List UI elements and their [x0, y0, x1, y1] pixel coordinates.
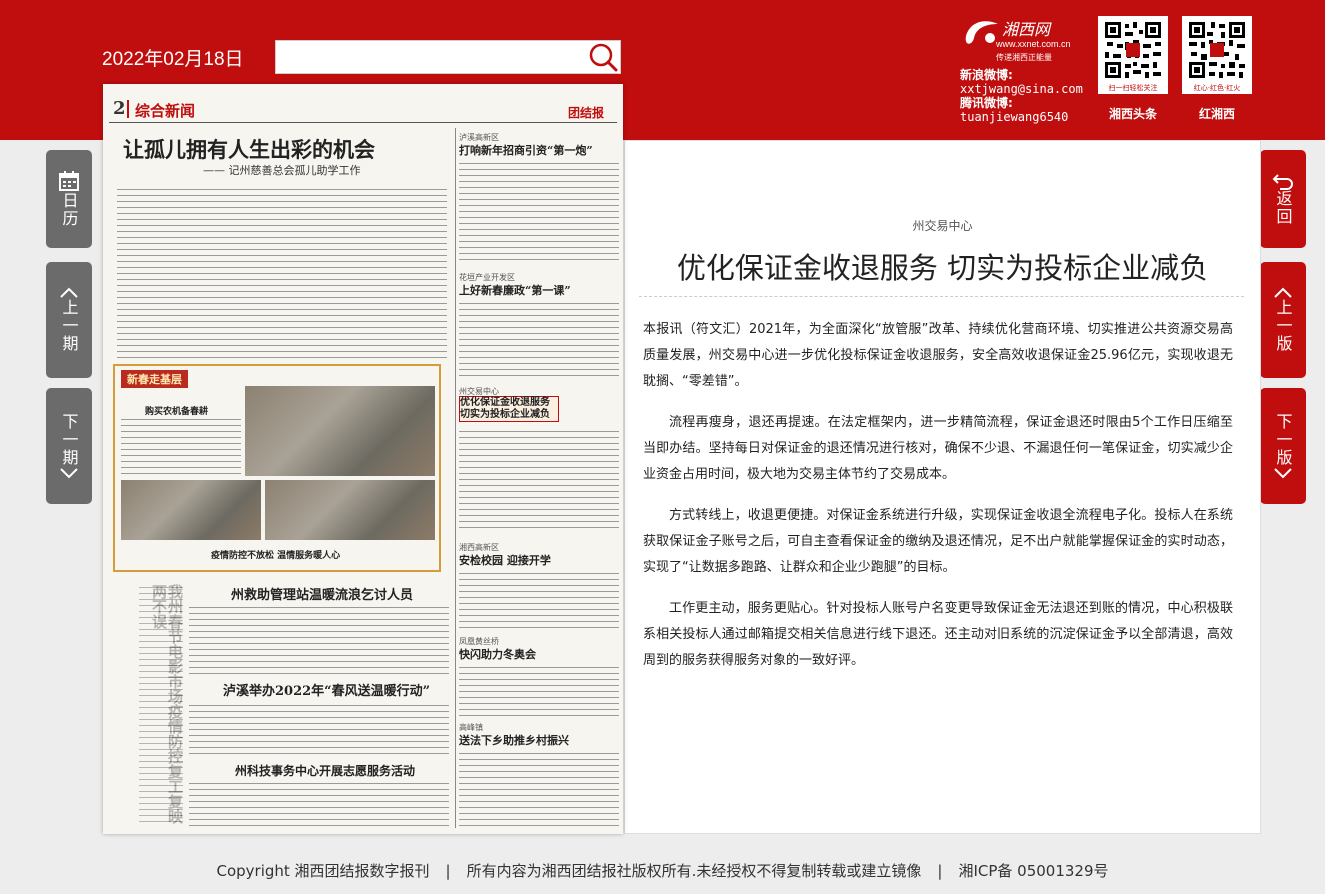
col3-title-highlighted[interactable]: 优化保证金收退服务 切实为投标企业减负 — [459, 396, 559, 422]
feature-box[interactable]: 新春走基层 购买农机备春耕 疫情防控不放松 温情服务暖人心 — [113, 364, 441, 572]
next-page-button[interactable]: 下一版 — [1260, 388, 1306, 504]
calendar-label: 日历 — [59, 192, 79, 228]
qr-code-hong: 红心·红色·红火 — [1182, 16, 1252, 94]
article-paragraph: 工作更主动，服务更贴心。针对投标人账号户名变更导致保证金无法退还到账的情况，中心… — [643, 601, 1233, 668]
weibo-sina-label: 新浪微博: — [960, 68, 1013, 82]
article-paragraph: 方式转线上，收退更便捷。对保证金系统进行升级，实现保证金收退全流程电子化。投标人… — [643, 508, 1233, 575]
newspaper-page[interactable]: 2 综合新闻 团结报 让孤儿拥有人生出彩的机会 —— 记州慈善总会孤儿助学工作 … — [103, 84, 623, 834]
col6-body-text — [459, 750, 619, 826]
logo-tagline: 传递湘西正能量 — [996, 53, 1052, 62]
article-body: 本报讯（符文汇）2021年，为全面深化“放管服”改革、持续优化营商环境、切实推进… — [643, 317, 1233, 689]
chevron-down-icon — [60, 468, 78, 479]
rights-text: 所有内容为湘西团结报社版权所有.未经授权不得复制转载或建立镜像 — [466, 862, 922, 880]
feature-body-text — [121, 416, 241, 476]
col6-title[interactable]: 送法下乡助推乡村振兴 — [459, 732, 569, 748]
prev-page-label: 上一版 — [1273, 299, 1293, 353]
chevron-up-icon — [60, 287, 78, 298]
weibo-info: 新浪微博: xxtjwang@sina.com 腾讯微博: tuanjiewan… — [960, 68, 1083, 124]
col5-body-text — [459, 664, 619, 718]
vertical-story-text — [139, 584, 183, 824]
story4-title[interactable]: 州科技事务中心开展志愿服务活动 — [235, 762, 415, 779]
return-arrow-icon — [1272, 174, 1293, 190]
footer: Copyright 湘西团结报数字报刊 | 所有内容为湘西团结报社版权所有.未经授权… — [0, 848, 1325, 894]
qr-hong-caption: 红心·红色·红火 — [1193, 84, 1241, 92]
footer-separator: | — [445, 862, 451, 880]
feature-banner: 新春走基层 — [121, 370, 188, 388]
calendar-button[interactable]: 日历 — [46, 150, 92, 248]
story2-title[interactable]: 州救助管理站温暖流浪乞讨人员 — [231, 584, 413, 603]
article-title: 优化保证金收退服务 切实为投标企业减负 — [676, 251, 1209, 285]
site-logo[interactable]: 湘西网 www.xxnet.com.cn 传递湘西正能量 — [962, 14, 1082, 64]
article-paragraph: 流程再瘦身，退还再提速。在法定框架内，进一步精简流程，保证金退还时限由5个工作日… — [643, 415, 1233, 482]
next-issue-label: 下一期 — [59, 413, 79, 467]
back-label: 返回 — [1273, 190, 1293, 226]
qr-code-toutiao: 扫一扫轻松关注 — [1098, 16, 1168, 94]
page-number: 2 — [113, 98, 126, 119]
qr-toutiao-caption: 扫一扫轻松关注 — [1108, 84, 1158, 92]
col1-title[interactable]: 打响新年招商引资“第一炮” — [459, 142, 593, 158]
issue-date[interactable]: 2022年02月18日 — [102, 44, 244, 71]
logo-name: 湘西网 — [1002, 20, 1051, 39]
article-panel: 州交易中心 优化保证金收退服务 切实为投标企业减负 本报讯（符文汇）2021年，… — [624, 140, 1261, 834]
calendar-icon — [59, 171, 79, 191]
divider — [109, 122, 617, 123]
copyright-text: Copyright 湘西团结报数字报刊 — [216, 862, 430, 880]
qr-code-icon — [1103, 20, 1163, 80]
col3-body-text — [459, 428, 619, 528]
weibo-tencent-label: 腾讯微博: — [960, 96, 1013, 110]
back-button[interactable]: 返回 — [1260, 150, 1306, 248]
col2-body-text — [459, 300, 619, 378]
search-icon — [589, 43, 618, 72]
feature-photo-small — [265, 480, 435, 540]
col5-title[interactable]: 快闪助力冬奥会 — [459, 646, 536, 662]
search-box — [275, 40, 621, 74]
logo-url: www.xxnet.com.cn — [996, 39, 1071, 49]
article-paragraph: 本报讯（符文汇）2021年，为全面深化“放管服”改革、持续优化营商环境、切实推进… — [643, 322, 1233, 389]
search-button[interactable] — [586, 41, 620, 73]
story3-body-text — [189, 702, 449, 754]
prev-issue-button[interactable]: 上一期 — [46, 262, 92, 378]
lead-title[interactable]: 让孤儿拥有人生出彩的机会 — [123, 134, 375, 164]
story3-title[interactable]: 泸溪举办2022年“春风送温暖行动” — [223, 680, 430, 699]
col4-body-text — [459, 570, 619, 630]
prev-page-button[interactable]: 上一版 — [1260, 262, 1306, 378]
col4-title[interactable]: 安检校园 迎接开学 — [459, 552, 551, 568]
section-marker — [127, 100, 129, 118]
col2-title[interactable]: 上好新春廉政“第一课” — [459, 282, 571, 298]
weibo-sina-value: xxtjwang@sina.com — [960, 82, 1083, 96]
next-page-label: 下一版 — [1273, 413, 1293, 467]
footer-separator: | — [937, 862, 943, 880]
qr-code-icon — [1187, 20, 1247, 80]
weibo-tencent-value: tuanjiewang6540 — [960, 110, 1069, 124]
divider — [455, 128, 456, 828]
col1-body-text — [459, 160, 619, 260]
qr-hong-label: 红湘西 — [1198, 107, 1235, 121]
qr-toutiao-label: 湘西头条 — [1108, 107, 1157, 121]
section-name: 综合新闻 — [135, 102, 196, 120]
chevron-up-icon — [1274, 287, 1292, 298]
article-tag: 州交易中心 — [912, 219, 973, 233]
next-issue-button[interactable]: 下一期 — [46, 388, 92, 504]
lead-subtitle: —— 记州慈善总会孤儿助学工作 — [203, 164, 361, 177]
search-input[interactable] — [282, 44, 582, 70]
lead-body-text — [117, 186, 447, 360]
divider — [639, 296, 1244, 297]
feature-photo-main — [245, 386, 435, 476]
story4-body-text — [189, 780, 449, 826]
prev-issue-label: 上一期 — [59, 299, 79, 353]
chevron-down-icon — [1274, 468, 1292, 479]
feature-caption: 疫情防控不放松 温情服务暖人心 — [211, 551, 341, 561]
feature-photo-small — [121, 480, 261, 540]
icp-text[interactable]: 湘ICP备 05001329号 — [958, 862, 1108, 880]
masthead: 团结报 — [568, 106, 605, 120]
story2-body-text — [189, 604, 449, 674]
